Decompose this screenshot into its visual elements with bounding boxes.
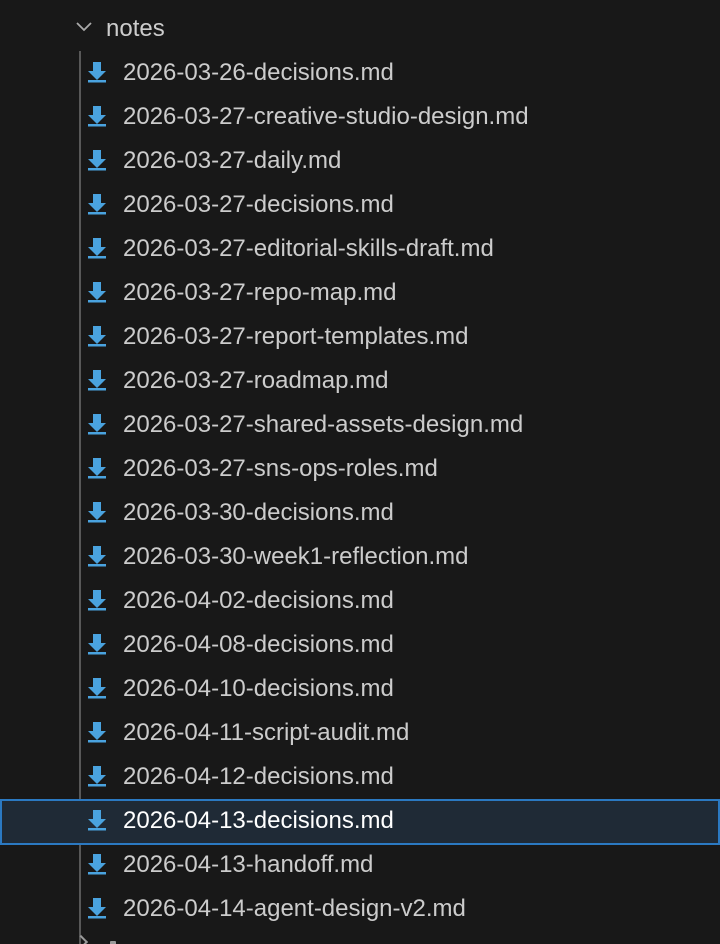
file-name: 2026-03-27-decisions.md bbox=[123, 191, 394, 218]
file-name: 2026-04-14-agent-design-v2.md bbox=[123, 895, 466, 922]
download-arrow-icon bbox=[88, 898, 106, 919]
file-row[interactable]: 2026-04-13-decisions.md bbox=[0, 799, 720, 845]
file-row[interactable]: 2026-04-14-agent-design-v2.md bbox=[0, 887, 720, 931]
file-row[interactable]: 2026-04-13-handoff.md bbox=[0, 843, 720, 887]
download-arrow-icon bbox=[88, 854, 106, 875]
file-row[interactable]: 2026-03-27-daily.md bbox=[0, 139, 720, 183]
download-arrow-icon bbox=[88, 502, 106, 523]
file-row[interactable]: 2026-03-27-repo-map.md bbox=[0, 271, 720, 315]
file-name: 2026-03-27-repo-map.md bbox=[123, 279, 397, 306]
file-name: 2026-03-27-shared-assets-design.md bbox=[123, 411, 524, 438]
file-name: 2026-04-10-decisions.md bbox=[123, 675, 394, 702]
download-arrow-icon bbox=[88, 678, 106, 699]
file-name: 2026-03-27-roadmap.md bbox=[123, 367, 389, 394]
file-name: 2026-03-30-decisions.md bbox=[123, 499, 394, 526]
file-row[interactable]: 2026-03-30-decisions.md bbox=[0, 491, 720, 535]
file-row[interactable]: 2026-03-30-week1-reflection.md bbox=[0, 535, 720, 579]
folder-notes[interactable]: notes bbox=[0, 7, 720, 51]
chevron-down-icon[interactable] bbox=[74, 17, 94, 37]
file-name: 2026-04-13-handoff.md bbox=[123, 851, 374, 878]
download-arrow-icon bbox=[88, 634, 106, 655]
file-name: 2026-04-13-decisions.md bbox=[123, 807, 394, 834]
download-arrow-icon bbox=[88, 62, 106, 83]
file-row[interactable]: 2026-03-27-sns-ops-roles.md bbox=[0, 447, 720, 491]
download-arrow-icon bbox=[88, 546, 106, 567]
file-name: 2026-04-02-decisions.md bbox=[123, 587, 394, 614]
file-name: 2026-03-27-editorial-skills-draft.md bbox=[123, 235, 494, 262]
folder-name: notes bbox=[106, 15, 165, 42]
download-arrow-icon bbox=[88, 590, 106, 611]
chevron-right-icon[interactable] bbox=[73, 934, 89, 944]
file-name: 2026-04-12-decisions.md bbox=[123, 763, 394, 790]
file-row[interactable]: 2026-03-27-decisions.md bbox=[0, 183, 720, 227]
download-arrow-icon bbox=[88, 370, 106, 391]
file-row[interactable]: 2026-04-10-decisions.md bbox=[0, 667, 720, 711]
download-arrow-icon bbox=[88, 194, 106, 215]
file-name: 2026-04-08-decisions.md bbox=[123, 631, 394, 658]
file-name: 2026-03-30-week1-reflection.md bbox=[123, 543, 469, 570]
download-arrow-icon bbox=[88, 238, 106, 259]
file-row[interactable]: 2026-03-27-report-templates.md bbox=[0, 315, 720, 359]
download-arrow-icon bbox=[88, 282, 106, 303]
file-row[interactable]: 2026-03-27-shared-assets-design.md bbox=[0, 403, 720, 447]
download-arrow-icon bbox=[88, 810, 106, 831]
file-explorer: notes 2026-03-26-decisions.md 2026-03-27-… bbox=[0, 0, 720, 944]
file-row[interactable]: 2026-03-27-roadmap.md bbox=[0, 359, 720, 403]
download-arrow-icon bbox=[88, 150, 106, 171]
next-tree-item[interactable] bbox=[0, 931, 720, 944]
file-row[interactable]: 2026-04-08-decisions.md bbox=[0, 623, 720, 667]
file-name: 2026-03-27-daily.md bbox=[123, 147, 342, 174]
download-arrow-icon bbox=[88, 766, 106, 787]
file-row[interactable]: 2026-03-27-creative-studio-design.md bbox=[0, 95, 720, 139]
download-arrow-icon bbox=[88, 326, 106, 347]
file-name: 2026-03-27-report-templates.md bbox=[123, 323, 469, 350]
download-arrow-icon bbox=[88, 722, 106, 743]
file-row[interactable]: 2026-04-02-decisions.md bbox=[0, 579, 720, 623]
file-row[interactable]: 2026-04-11-script-audit.md bbox=[0, 711, 720, 755]
file-name: 2026-03-27-sns-ops-roles.md bbox=[123, 455, 438, 482]
download-arrow-icon bbox=[88, 414, 106, 435]
file-row[interactable]: 2026-03-26-decisions.md bbox=[0, 51, 720, 95]
download-arrow-icon bbox=[88, 458, 106, 479]
file-name: 2026-03-27-creative-studio-design.md bbox=[123, 103, 529, 130]
file-list: 2026-03-26-decisions.md 2026-03-27-creati… bbox=[0, 51, 720, 931]
file-name: 2026-03-26-decisions.md bbox=[123, 59, 394, 86]
download-arrow-icon bbox=[88, 106, 106, 127]
file-row[interactable]: 2026-04-12-decisions.md bbox=[0, 755, 720, 799]
file-name: 2026-04-11-script-audit.md bbox=[123, 719, 410, 746]
file-row[interactable]: 2026-03-27-editorial-skills-draft.md bbox=[0, 227, 720, 271]
